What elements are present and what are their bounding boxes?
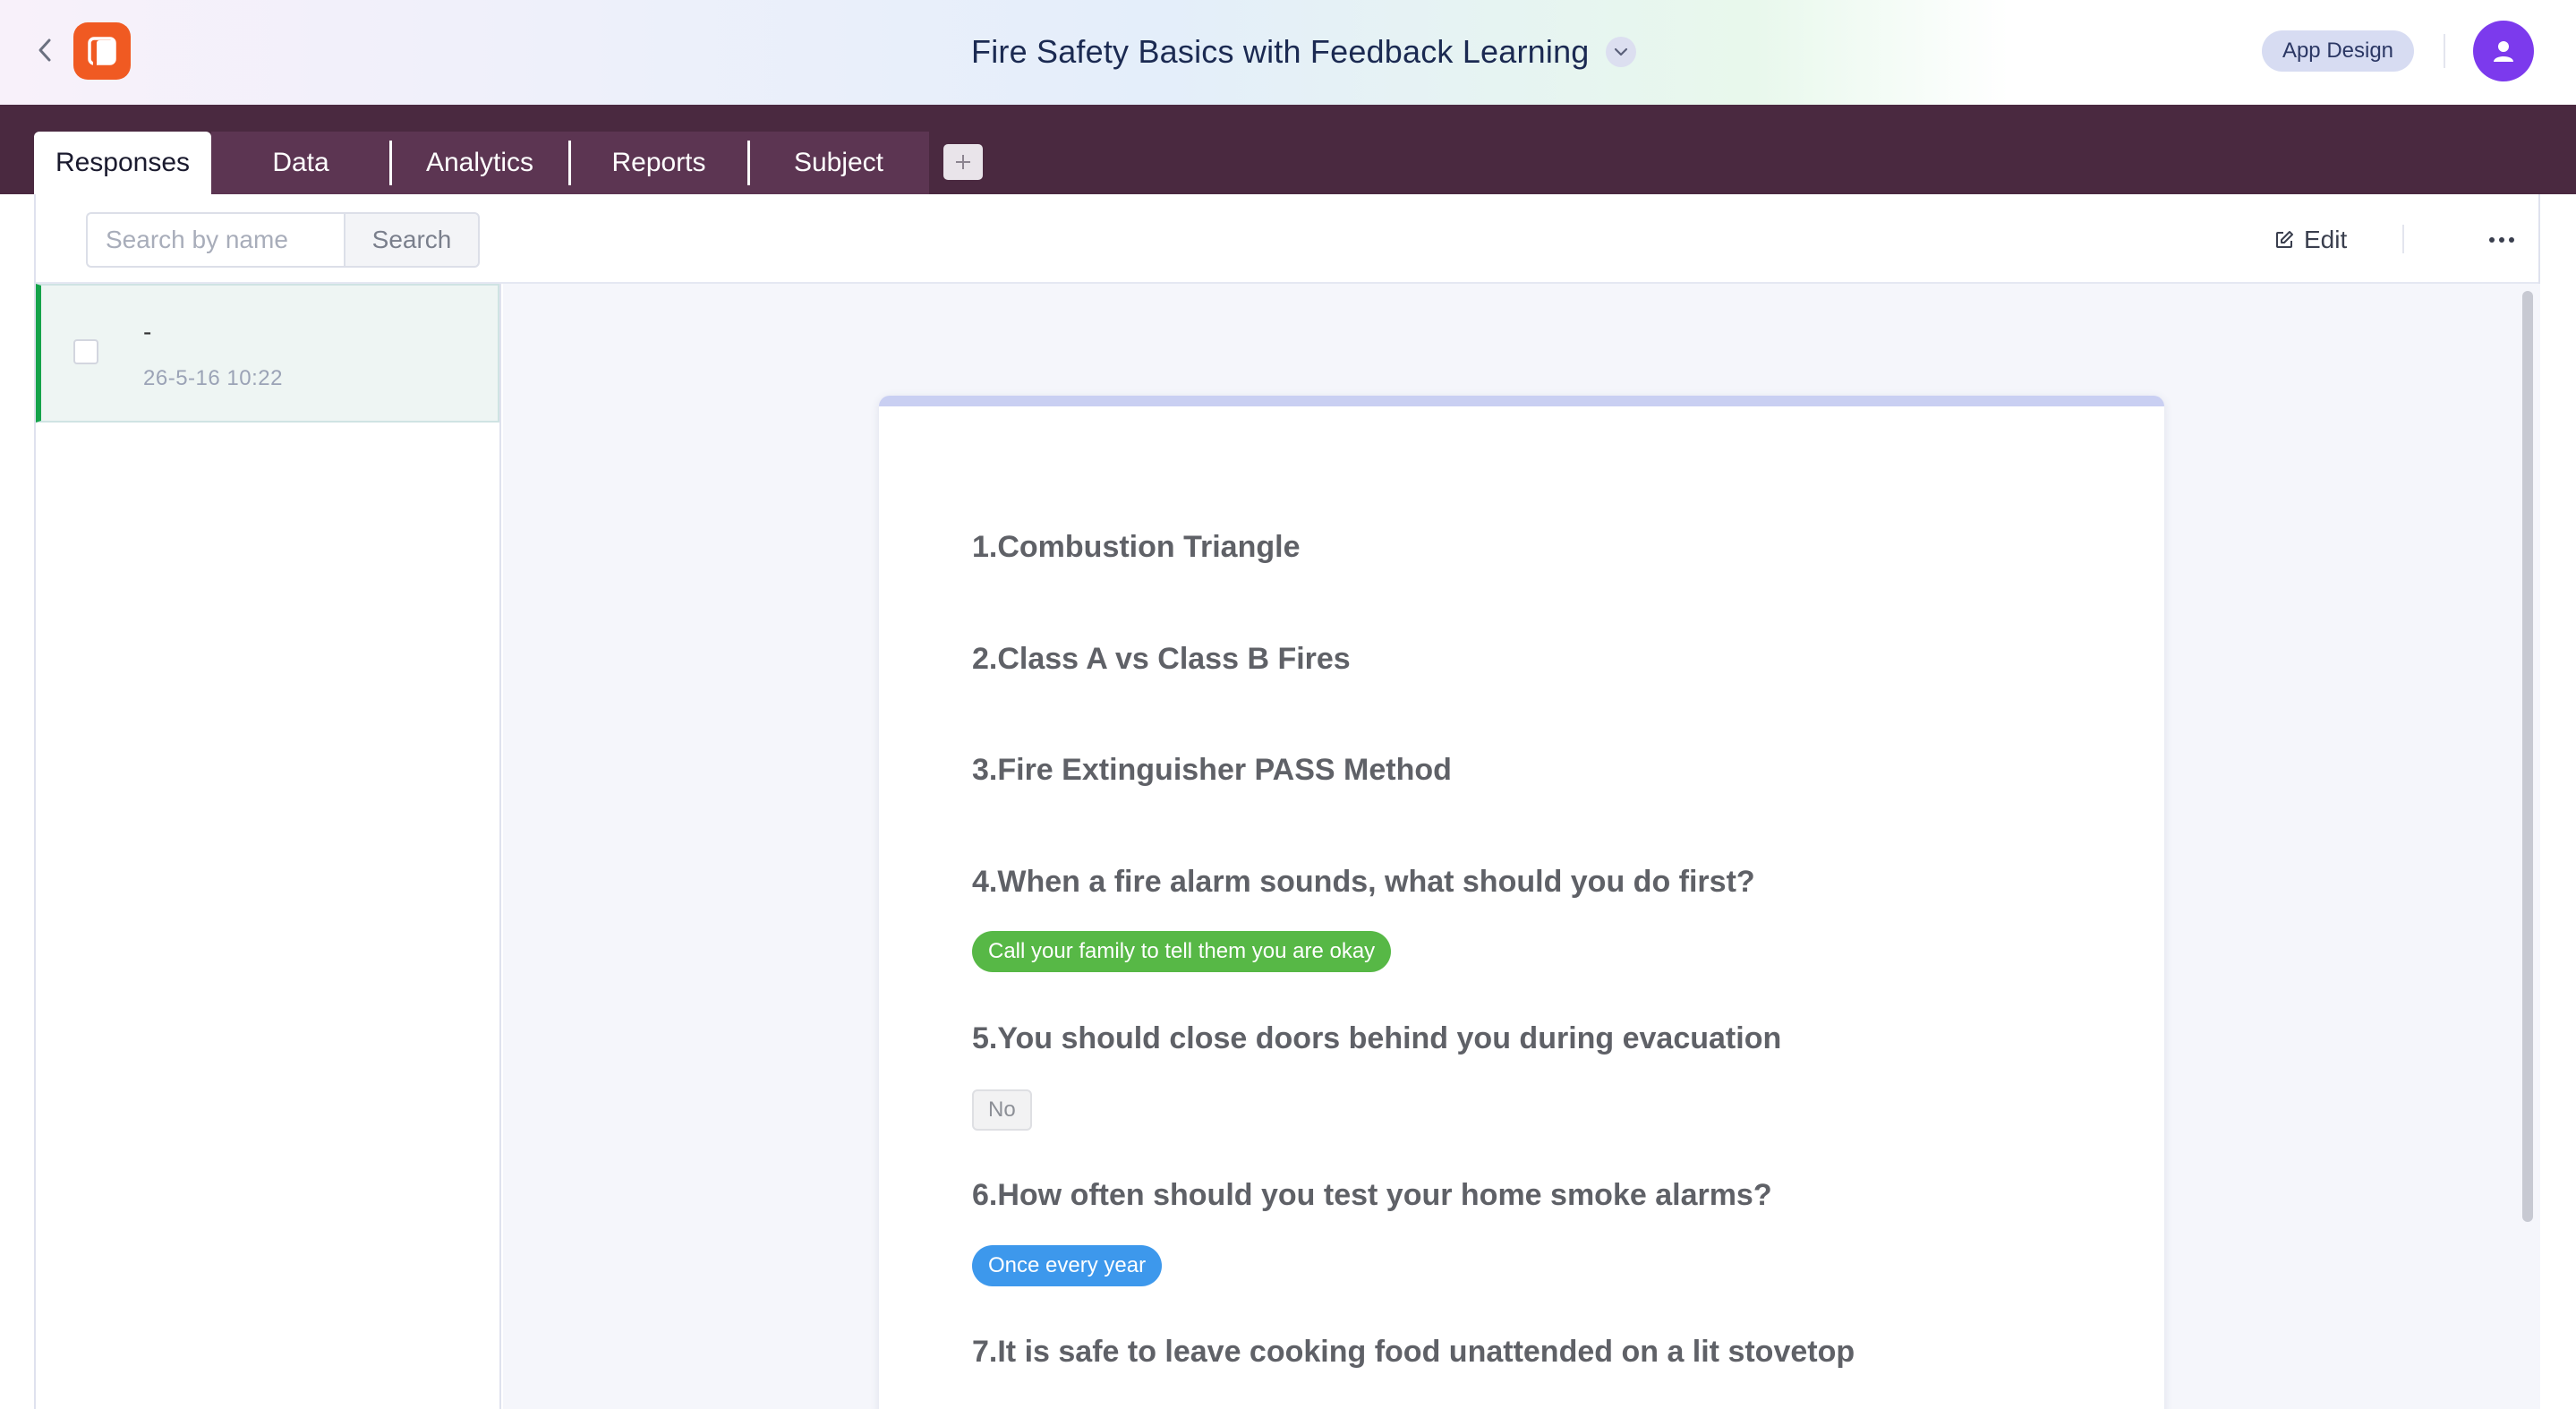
app-design-button[interactable]: App Design (2262, 30, 2414, 72)
title-group: Fire Safety Basics with Feedback Learnin… (971, 27, 1636, 77)
more-button[interactable] (2479, 225, 2524, 255)
response-time: 26-5-16 10:22 (143, 366, 283, 390)
tab-subject[interactable]: Subject (748, 132, 929, 194)
tab-data[interactable]: Data (211, 132, 390, 194)
search-button[interactable]: Search (344, 212, 480, 268)
response-name: - (143, 318, 152, 346)
content-frame: Search Edit - 26-5-16 10:22 1.Combustion… (34, 194, 2540, 1409)
scrollbar[interactable] (2522, 291, 2533, 1222)
question-title: 2.Class A vs Class B Fires (972, 642, 1351, 676)
question-title: 6.How often should you test your home sm… (972, 1178, 1772, 1212)
question-title: 1.Combustion Triangle (972, 530, 1301, 564)
tab-analytics[interactable]: Analytics (390, 132, 569, 194)
divider (2444, 34, 2445, 68)
user-icon (2494, 41, 2513, 62)
title-dropdown-button[interactable] (1605, 37, 1636, 67)
app-logo-icon[interactable] (73, 22, 131, 80)
select-checkbox[interactable] (73, 339, 98, 364)
tab-responses[interactable]: Responses (34, 132, 211, 194)
toolbar: Search Edit (36, 194, 2538, 284)
chevron-left-icon (38, 38, 51, 62)
plus-icon (956, 155, 970, 169)
tab-divider (568, 141, 571, 185)
response-list: - 26-5-16 10:22 (36, 284, 501, 1409)
question-title: 3.Fire Extinguisher PASS Method (972, 753, 1452, 787)
avatar[interactable] (2473, 21, 2534, 81)
divider (2402, 225, 2404, 253)
question-title: 7.It is safe to leave cooking food unatt… (972, 1335, 1855, 1369)
more-horizontal-icon (2489, 237, 2514, 243)
top-bar: Fire Safety Basics with Feedback Learnin… (0, 0, 2576, 105)
list-item[interactable]: - 26-5-16 10:22 (36, 284, 499, 423)
back-button[interactable] (30, 34, 59, 66)
tab-divider (747, 141, 750, 185)
add-tab-button[interactable] (943, 144, 983, 180)
search-input[interactable] (86, 212, 345, 268)
edit-label: Edit (2304, 226, 2348, 253)
response-card: 1.Combustion Triangle 2.Class A vs Class… (879, 396, 2164, 1409)
question-title: 4.When a fire alarm sounds, what should … (972, 865, 1755, 899)
tab-bar: Responses Data Analytics Reports Subject (0, 105, 2576, 194)
chevron-down-icon (1614, 47, 1627, 56)
edit-button[interactable]: Edit (2273, 219, 2347, 260)
question-title: 5.You should close doors behind you duri… (972, 1021, 1782, 1055)
edit-icon (2276, 231, 2293, 248)
answer-tag: Once every year (972, 1245, 1163, 1286)
page-title: Fire Safety Basics with Feedback Learnin… (971, 33, 1590, 70)
answer-tag: Call your family to tell them you are ok… (972, 931, 1392, 972)
tab-reports[interactable]: Reports (569, 132, 748, 194)
answer-tag: No (972, 1089, 1032, 1131)
response-detail: 1.Combustion Triangle 2.Class A vs Class… (503, 284, 2540, 1409)
tab-divider (389, 141, 392, 185)
